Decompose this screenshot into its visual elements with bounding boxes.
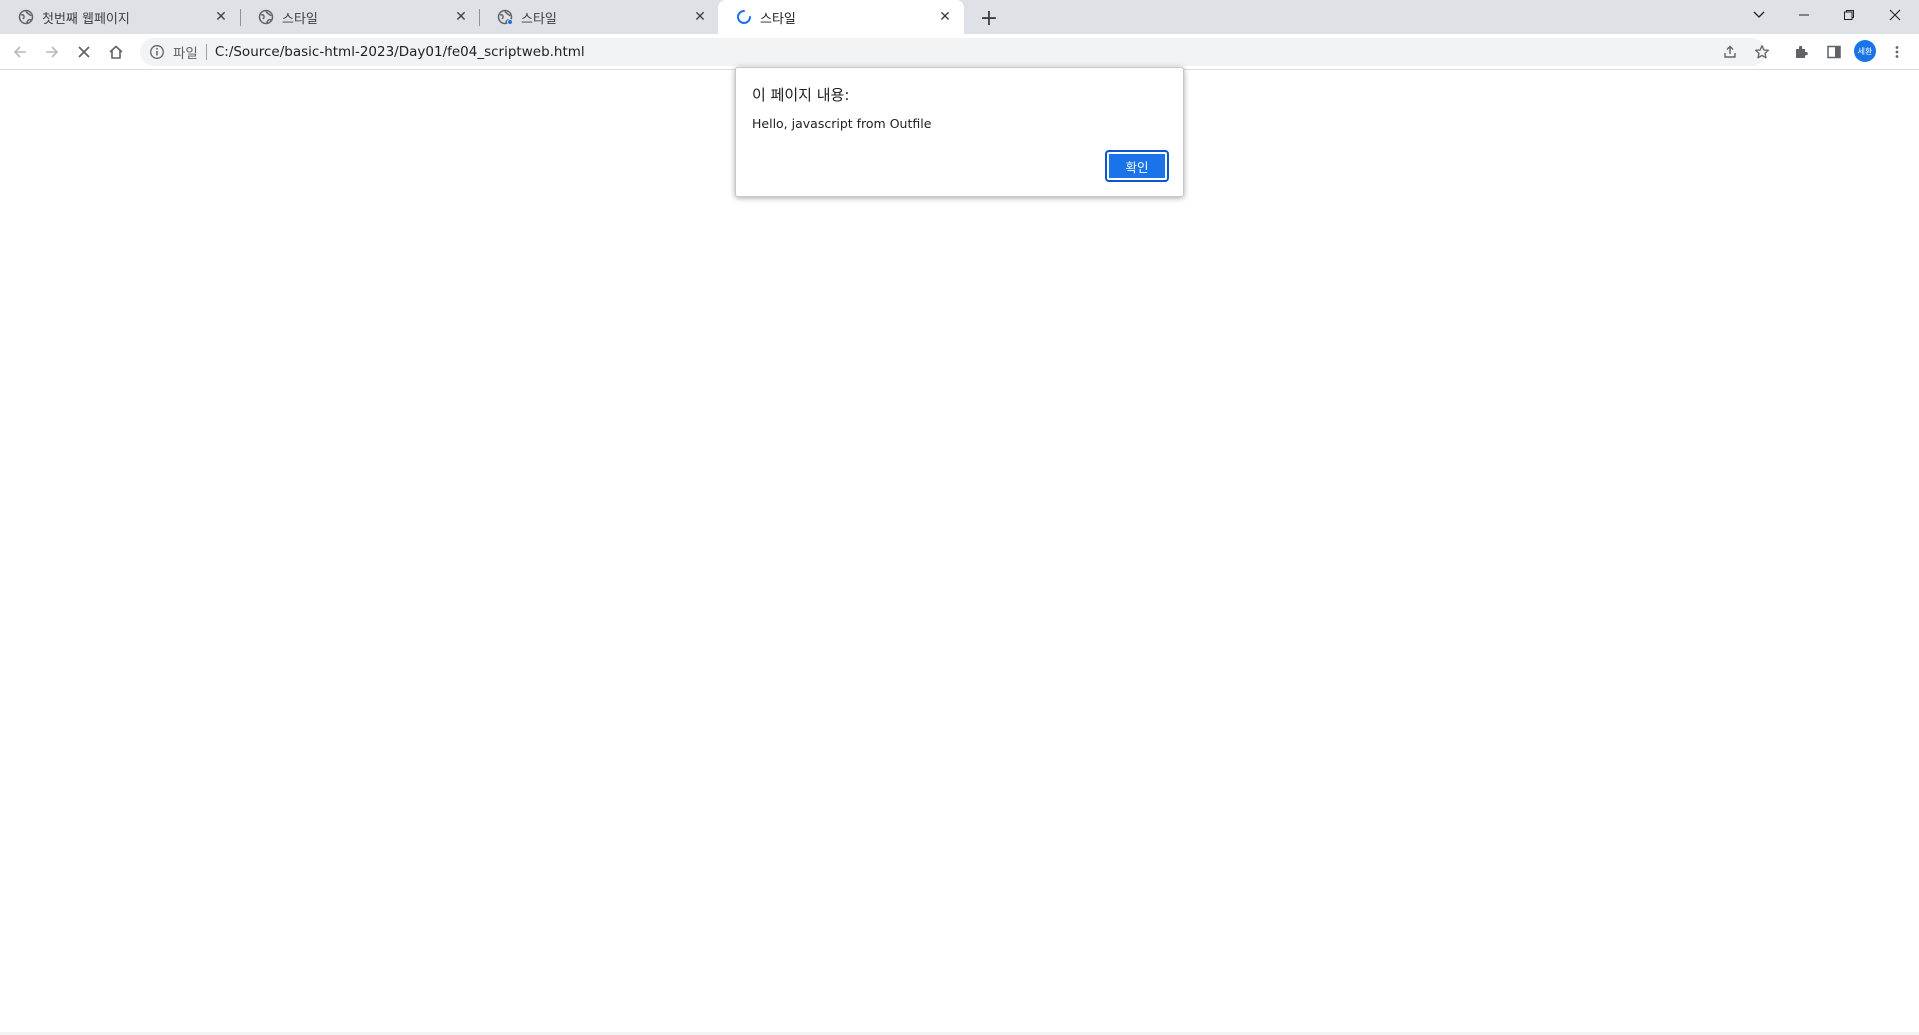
minimize-icon	[1799, 14, 1809, 16]
url-text: C:/Source/basic-html-2023/Day01/fe04_scr…	[214, 44, 585, 60]
tab-close-icon[interactable]: ✕	[691, 8, 709, 26]
share-icon	[1724, 45, 1736, 58]
browser-toolbar: 파일 C:/Source/basic-html-2023/Day01/fe04_…	[0, 34, 1919, 70]
tab-title: 스타일	[521, 11, 557, 27]
restore-button[interactable]	[1826, 0, 1872, 30]
tab-close-icon[interactable]: ✕	[936, 8, 954, 26]
omnibox-divider	[205, 44, 207, 60]
bookmark-button[interactable]	[1748, 38, 1776, 66]
minimize-button[interactable]	[1781, 0, 1827, 30]
profile-avatar[interactable]: 세환	[1854, 40, 1876, 62]
tab-title: 스타일	[282, 11, 318, 27]
globe-icon	[497, 9, 513, 25]
close-icon	[1889, 9, 1901, 21]
globe-icon	[258, 9, 274, 25]
star-icon	[1754, 45, 1770, 59]
more-vert-icon	[1895, 46, 1899, 58]
info-icon[interactable]	[149, 44, 165, 60]
globe-icon	[18, 9, 34, 25]
alert-dialog: 이 페이지 내용: Hello, javascript from Outfile…	[735, 67, 1184, 197]
new-tab-button[interactable]: +	[976, 5, 1002, 31]
tab-style-1[interactable]: 스타일 ✕	[240, 0, 480, 34]
arrow-right-icon	[46, 46, 59, 58]
side-panel-icon	[1827, 45, 1841, 59]
home-button[interactable]	[102, 38, 130, 66]
dialog-title: 이 페이지 내용:	[752, 86, 850, 104]
tab-style-active[interactable]: 스타일 ✕	[718, 0, 964, 34]
loading-spinner-icon	[736, 9, 752, 25]
tab-close-icon[interactable]: ✕	[212, 8, 230, 26]
puzzle-icon	[1796, 45, 1808, 58]
tab-title: 스타일	[760, 11, 796, 27]
tab-first-webpage[interactable]: 첫번째 웹페이지 ✕	[0, 0, 240, 34]
home-icon	[109, 45, 123, 59]
tab-strip: 첫번째 웹페이지 ✕ 스타일 ✕ 스타일 ✕ 스타일 ✕ +	[0, 0, 1919, 34]
tab-style-2[interactable]: 스타일 ✕	[479, 0, 719, 34]
tab-close-icon[interactable]: ✕	[452, 8, 470, 26]
back-button[interactable]	[6, 38, 34, 66]
tab-search-button[interactable]	[1736, 0, 1782, 30]
chevron-down-icon	[1753, 11, 1765, 18]
stop-loading-button[interactable]	[70, 38, 98, 66]
forward-button[interactable]	[38, 38, 66, 66]
tab-title: 첫번째 웹페이지	[42, 11, 130, 27]
menu-button[interactable]	[1883, 38, 1911, 66]
stop-icon	[78, 46, 90, 58]
arrow-left-icon	[13, 46, 26, 58]
dialog-message: Hello, javascript from Outfile	[752, 116, 932, 131]
extensions-button[interactable]	[1787, 38, 1815, 66]
ok-button[interactable]: 확인	[1105, 150, 1169, 182]
restore-icon	[1844, 10, 1854, 20]
address-bar[interactable]: 파일 C:/Source/basic-html-2023/Day01/fe04_…	[140, 38, 1766, 66]
share-button[interactable]	[1716, 38, 1744, 66]
close-window-button[interactable]	[1872, 0, 1918, 30]
scheme-label: 파일	[173, 46, 198, 62]
side-panel-button[interactable]	[1820, 38, 1848, 66]
